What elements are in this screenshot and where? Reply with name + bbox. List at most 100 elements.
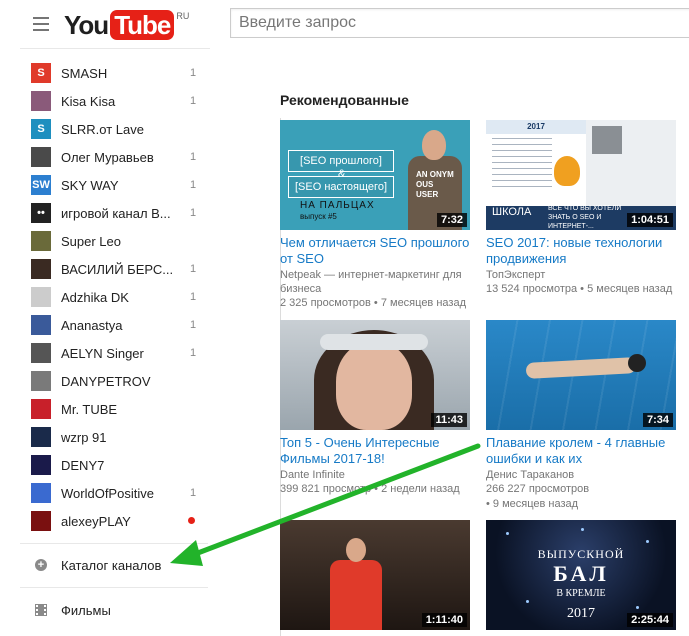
sidebar-item-subscription[interactable]: Kisa Kisa 1	[20, 87, 210, 115]
sidebar-item-subscription[interactable]: Super Leo	[20, 227, 210, 255]
sidebar-item-label: Каталог каналов	[61, 557, 162, 573]
video-thumbnail[interactable]: [SEO прошлого] & [SEO настоящего] НА ПАЛ…	[280, 120, 470, 230]
channel-avatar	[31, 287, 51, 307]
video-thumbnail[interactable]: 1:11:40	[280, 520, 470, 630]
sidebar-item-subscription[interactable]: wzrp 91	[20, 423, 210, 451]
video-thumbnail[interactable]: 11:43	[280, 320, 470, 430]
sidebar-item-subscription[interactable]: Adzhika DK 1	[20, 283, 210, 311]
video-title[interactable]: SEO 2017: новые технологии продвижения	[486, 235, 676, 267]
thumb-text: В КРЕМЛЕ	[556, 588, 606, 599]
channel-avatar	[31, 147, 51, 167]
thumb-slide: 2017	[486, 120, 586, 206]
video-meta: 2 325 просмотров • 7 месяцев назад	[280, 296, 470, 311]
new-video-count: 1	[190, 347, 197, 359]
thumb-caption: НА ПАЛЬЦАХ выпуск #5	[300, 200, 375, 222]
sidebar-item-subscription[interactable]: ВАСИЛИЙ БЕРС... 1	[20, 255, 210, 283]
sidebar-item-label: SKY WAY	[61, 177, 119, 193]
video-card: 2017 ШКОЛА ВСЁ ЧТО ВЫ ХОТЕЛИ ЗНАТЬ О SEO…	[486, 120, 676, 297]
channel-avatar	[31, 315, 51, 335]
sidebar-item-label: alexeyPLAY	[61, 513, 131, 529]
divider	[20, 587, 208, 588]
logo-region: RU	[176, 11, 190, 21]
video-card: ВЫПУСКНОЙ БАЛ В КРЕМЛЕ 2017 2:25:44	[486, 520, 676, 630]
youtube-logo[interactable]: You Tube RU	[64, 10, 189, 40]
new-video-count: 1	[190, 67, 197, 79]
channel-avatar	[31, 455, 51, 475]
sidebar-item-subscription[interactable]: alexeyPLAY	[20, 507, 210, 535]
sidebar-item-subscription[interactable]: SW SKY WAY 1	[20, 171, 210, 199]
sidebar-item-subscription[interactable]: DANYPETROV	[20, 367, 210, 395]
logo-you-text: You	[64, 10, 109, 40]
channel-name[interactable]: Денис Тараканов	[486, 468, 676, 482]
channel-avatar	[31, 399, 51, 419]
thumb-caption-line: НА ПАЛЬЦАХ	[300, 200, 375, 211]
video-meta: 266 227 просмотров • 9 месяцев назад	[486, 482, 676, 512]
video-card: 1:11:40	[280, 520, 470, 630]
thumb-text-block: ВЫПУСКНОЙ БАЛ В КРЕМЛЕ 2017	[486, 544, 676, 624]
channel-name[interactable]: Dante Infinite	[280, 468, 470, 482]
channel-avatar: S	[31, 63, 51, 83]
sidebar-item-films[interactable]: Фильмы	[20, 596, 210, 624]
video-thumbnail[interactable]: ВЫПУСКНОЙ БАЛ В КРЕМЛЕ 2017 2:25:44	[486, 520, 676, 630]
search-input[interactable]	[231, 9, 689, 37]
sidebar-item-label: Kisa Kisa	[61, 93, 116, 109]
new-video-count: 1	[190, 179, 197, 191]
menu-icon[interactable]	[33, 17, 49, 31]
sidebar-item-subscription[interactable]: S SMASH 1	[20, 59, 210, 87]
sidebar-item-subscription[interactable]: •• игровой канал В... 1	[20, 199, 210, 227]
youtube-page: You Tube RU S SMASH 1 Kisa Kisa 1 S SLRR.от La…	[0, 0, 689, 636]
video-thumbnail[interactable]: 2017 ШКОЛА ВСЁ ЧТО ВЫ ХОТЕЛИ ЗНАТЬ О SEO…	[486, 120, 676, 230]
video-title[interactable]: Топ 5 - Очень Интересные Фильмы 2017-18!	[280, 435, 470, 467]
sidebar-item-label: Фильмы	[61, 602, 111, 618]
view-count: 399 821 просмотр	[280, 483, 372, 495]
view-count: 2 325 просмотров	[280, 297, 371, 309]
video-title[interactable]: Чем отличается SEO прошлого от SEO	[280, 235, 470, 267]
channel-name[interactable]: ТопЭксперт	[486, 268, 676, 282]
new-video-count: 1	[190, 95, 197, 107]
upload-age: 7 месяцев назад	[380, 297, 466, 309]
new-video-count: 1	[190, 487, 197, 499]
new-video-count: 1	[190, 263, 197, 275]
video-meta: 399 821 просмотр • 2 недели назад	[280, 482, 470, 497]
logo-tube-text: Tube	[110, 10, 175, 40]
sidebar-item-label: игровой канал В...	[61, 205, 171, 221]
sidebar-item-subscription[interactable]: Mr. TUBE	[20, 395, 210, 423]
channel-avatar	[31, 91, 51, 111]
sidebar-item-subscription[interactable]: AELYN Singer 1	[20, 339, 210, 367]
duration-badge: 7:34	[642, 413, 673, 427]
channel-name[interactable]: Netpeak — интернет-маркетинг для бизнеса	[280, 268, 470, 296]
channel-avatar	[31, 371, 51, 391]
sidebar-item-label: ВАСИЛИЙ БЕРС...	[61, 261, 174, 277]
view-count: 266 227 просмотров	[486, 483, 590, 495]
channel-avatar	[31, 427, 51, 447]
section-title[interactable]: Рекомендованные	[280, 92, 409, 108]
sidebar-item-label: AELYN Singer	[61, 345, 144, 361]
meta-dot: •	[373, 297, 381, 309]
duration-badge: 7:32	[436, 213, 467, 227]
mascot-icon	[554, 156, 580, 186]
duration-badge: 1:04:51	[627, 213, 673, 227]
new-video-count: 1	[190, 207, 197, 219]
video-thumbnail[interactable]: 7:34	[486, 320, 676, 430]
sidebar-item-subscription[interactable]: DENY7	[20, 451, 210, 479]
guide-sidebar: S SMASH 1 Kisa Kisa 1 S SLRR.от Lave Олег Мурав…	[20, 48, 210, 636]
film-icon	[35, 604, 47, 616]
sidebar-item-label: DANYPETROV	[61, 373, 151, 389]
thumb-caption-line: выпуск #5	[300, 212, 337, 221]
upload-age: 5 месяцев назад	[587, 283, 673, 295]
channel-avatar	[31, 259, 51, 279]
sidebar-item-subscription[interactable]: Олег Муравьев 1	[20, 143, 210, 171]
thumb-banner-line: ВСЁ ЧТО ВЫ ХОТЕЛИ ЗНАТЬ О SEO И ИНТЕРНЕТ…	[548, 205, 622, 230]
sidebar-item-subscription[interactable]: WorldOfPositive 1	[20, 479, 210, 507]
sidebar-item-label: DENY7	[61, 457, 105, 473]
duration-badge: 1:11:40	[421, 613, 467, 627]
channel-avatar: ••	[31, 203, 51, 223]
video-title[interactable]: Плавание кролем - 4 главные ошибки и как…	[486, 435, 676, 467]
video-meta: 13 524 просмотра • 5 месяцев назад	[486, 282, 676, 297]
channel-avatar	[31, 511, 51, 531]
sidebar-item-subscription[interactable]: Ananastya 1	[20, 311, 210, 339]
sidebar-item-subscription[interactable]: S SLRR.от Lave	[20, 115, 210, 143]
meta-dot: •	[486, 498, 493, 510]
sidebar-item-label: WorldOfPositive	[61, 485, 154, 501]
sidebar-item-catalog[interactable]: + Каталог каналов	[20, 551, 210, 579]
